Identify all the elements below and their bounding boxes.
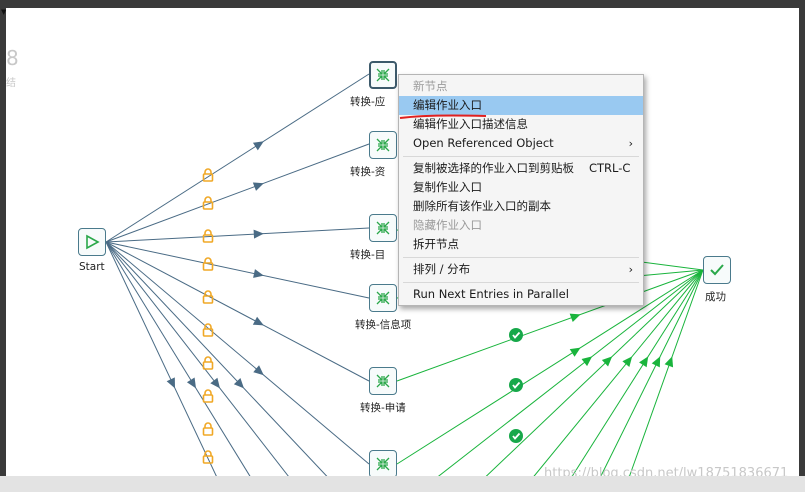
- transform-node-3-label: 转换-目: [350, 249, 386, 261]
- merge-arrows-icon: [376, 138, 390, 152]
- menu-item-label: 编辑作业入口: [413, 98, 482, 112]
- hop-line[interactable]: [105, 143, 370, 243]
- checkmark-icon: [710, 264, 724, 276]
- menu-item-align-distribute[interactable]: 排列 / 分布 ›: [399, 260, 643, 279]
- merge-arrows-icon: [376, 221, 390, 235]
- menu-item-label: 删除所有该作业入口的副本: [413, 199, 551, 213]
- success-node-label: 成功: [705, 291, 726, 303]
- play-triangle-icon: [86, 234, 100, 250]
- merge-arrows-icon: [376, 68, 390, 82]
- hop-arrow-head: [569, 313, 581, 323]
- lock-icon: [202, 168, 214, 182]
- hop-arrow-head: [253, 365, 264, 376]
- chevron-right-icon: ›: [628, 137, 633, 150]
- lock-icon: [202, 389, 214, 403]
- check-badge-icon: [509, 328, 523, 342]
- merge-arrows-icon: [376, 291, 390, 305]
- lock-icon: [202, 356, 214, 370]
- hop-arrow-head: [639, 356, 649, 368]
- menu-separator: [403, 257, 639, 258]
- transform-node-2[interactable]: [369, 131, 397, 159]
- hop-arrow-head: [210, 377, 220, 389]
- hop-line[interactable]: [105, 241, 337, 486]
- menu-item-label: 隐藏作业入口: [413, 218, 482, 232]
- menu-item-label: Open Referenced Object: [413, 136, 554, 150]
- context-menu: 新节点 编辑作业入口 编辑作业入口描述信息 Open Referenced Ob…: [398, 74, 644, 306]
- start-node[interactable]: [78, 228, 106, 256]
- hop-line[interactable]: [105, 73, 370, 243]
- transform-node-4-label: 转换-信息项: [355, 319, 412, 331]
- hop-arrow-head: [622, 356, 633, 367]
- hop-arrow-head: [252, 141, 264, 151]
- hop-arrow-head: [253, 229, 264, 239]
- hop-arrow-head: [569, 347, 581, 357]
- transform-node-4[interactable]: [369, 284, 397, 312]
- hop-line[interactable]: [105, 227, 370, 243]
- menu-item-label: 拆开节点: [413, 237, 459, 251]
- start-node-label: Start: [79, 261, 105, 273]
- menu-item-open-referenced-object[interactable]: Open Referenced Object ›: [399, 134, 643, 153]
- success-node[interactable]: [703, 256, 731, 284]
- hop-line[interactable]: [105, 241, 370, 465]
- hop-arrow-head: [252, 182, 264, 191]
- menu-item-delete-all-copies[interactable]: 删除所有该作业入口的副本: [399, 197, 643, 216]
- menu-item-duplicate-entry[interactable]: 复制作业入口: [399, 178, 643, 197]
- hop-arrow-head: [252, 316, 264, 326]
- transform-node-2-label: 转换-资: [350, 166, 386, 178]
- transform-node-3[interactable]: [369, 214, 397, 242]
- lock-icon: [202, 257, 214, 271]
- lock-icon: [202, 290, 214, 304]
- merge-arrows-icon: [376, 457, 390, 471]
- merge-arrows-icon: [376, 374, 390, 388]
- menu-separator: [403, 282, 639, 283]
- menu-item-shortcut: CTRL-C: [589, 161, 631, 175]
- menu-item-copy-to-clipboard[interactable]: 复制被选择的作业入口到剪贴板 CTRL-C: [399, 159, 643, 178]
- transform-node-1-label: 转换-应: [350, 96, 386, 108]
- hop-arrow-head: [186, 377, 196, 389]
- lock-icon: [202, 229, 214, 243]
- transform-node-5-label: 转换-申请: [360, 402, 406, 414]
- red-underline-annotation: [399, 114, 487, 119]
- bottom-scrollbar[interactable]: [0, 476, 805, 492]
- hop-line[interactable]: [105, 241, 297, 486]
- menu-item-detach-node[interactable]: 拆开节点: [399, 235, 643, 254]
- lock-icon: [202, 450, 214, 464]
- hop-arrow-head: [664, 356, 674, 368]
- menu-item-label: 复制作业入口: [413, 180, 482, 194]
- chevron-right-icon: ›: [628, 263, 633, 276]
- hop-line[interactable]: [105, 241, 370, 382]
- check-badge-icon: [509, 429, 523, 443]
- lock-icon: [202, 323, 214, 337]
- transform-node-5[interactable]: [369, 367, 397, 395]
- menu-header-new-node: 新节点: [413, 79, 448, 93]
- menu-item-hide-entry: 隐藏作业入口: [399, 216, 643, 235]
- hop-arrow-head: [253, 269, 264, 278]
- check-badge-icon: [509, 378, 523, 392]
- hop-line[interactable]: [105, 241, 257, 486]
- lock-icon: [202, 422, 214, 436]
- menu-separator: [403, 156, 639, 157]
- menu-item-label: 排列 / 分布: [413, 262, 471, 276]
- transform-node-1[interactable]: [369, 61, 397, 89]
- transform-node-6[interactable]: [369, 450, 397, 478]
- hop-line[interactable]: [105, 241, 370, 299]
- hop-arrow-head: [581, 356, 593, 367]
- lock-icon: [202, 196, 214, 210]
- menu-item-label: 复制被选择的作业入口到剪贴板: [413, 161, 574, 175]
- menu-item-run-parallel[interactable]: Run Next Entries in Parallel: [399, 285, 643, 304]
- menu-item-label: Run Next Entries in Parallel: [413, 287, 569, 301]
